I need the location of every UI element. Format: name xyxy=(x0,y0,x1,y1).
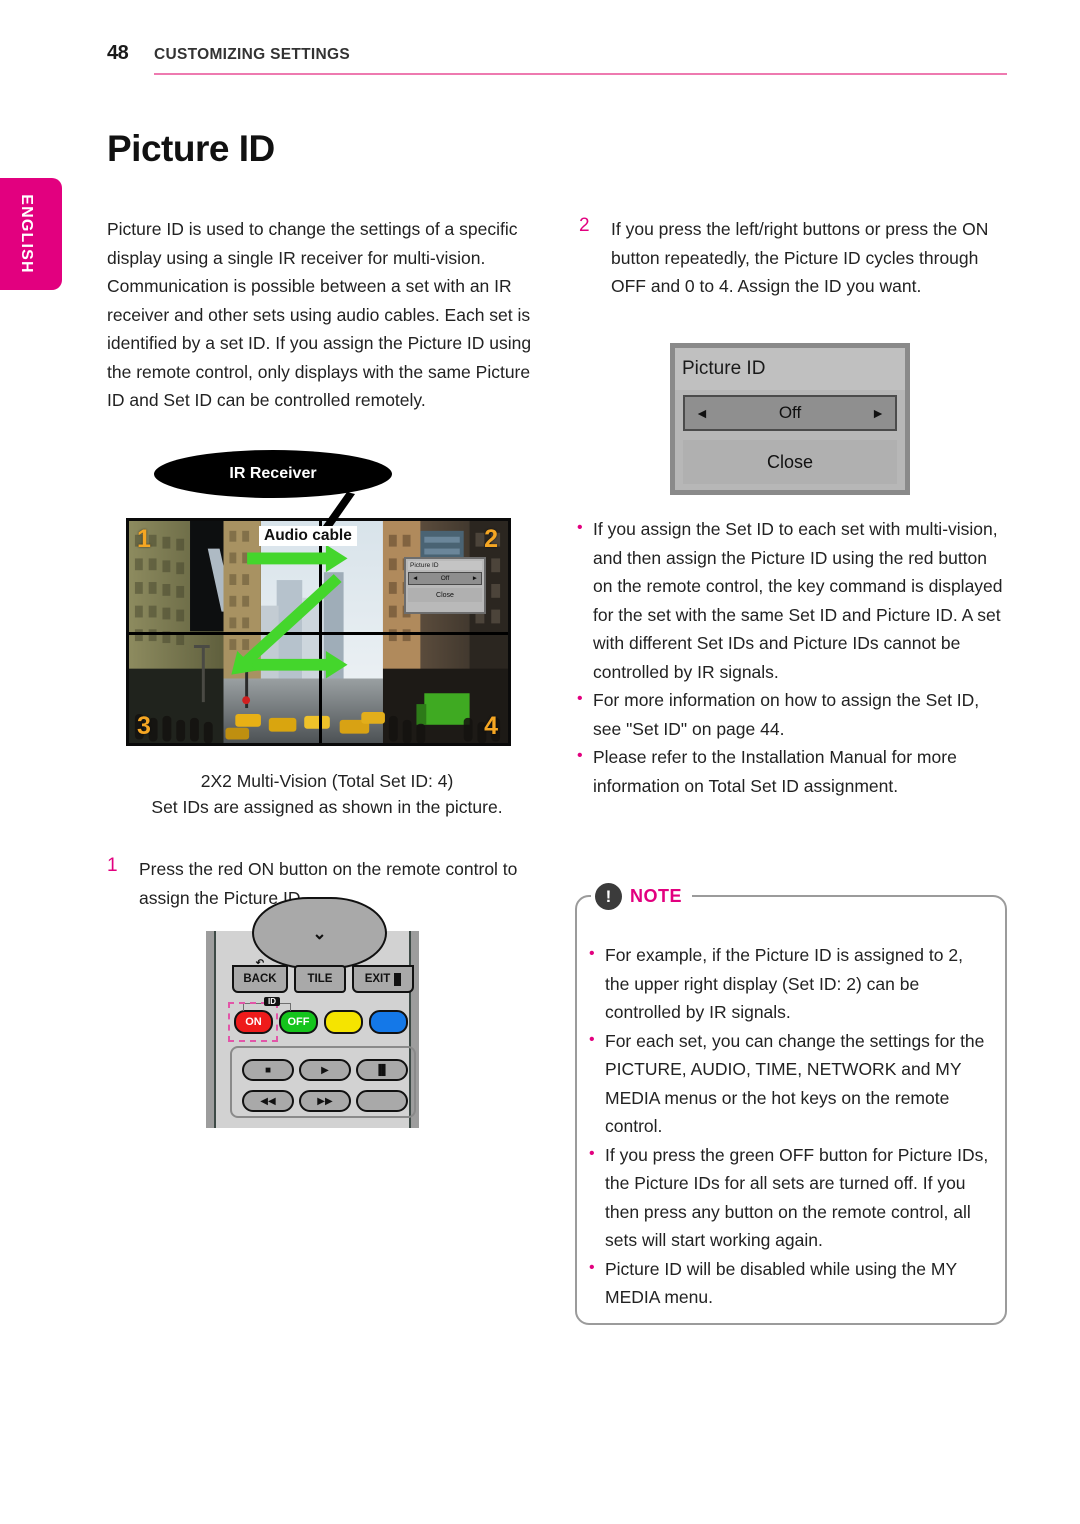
osd-title: Picture ID xyxy=(675,348,905,390)
fast-forward-button[interactable]: ▶▶ xyxy=(299,1090,351,1112)
osd-close-button[interactable]: Close xyxy=(683,440,897,484)
back-button[interactable]: ↶ BACK xyxy=(232,958,288,993)
section-title: CUSTOMIZING SETTINGS xyxy=(154,46,351,63)
exclamation-icon: ! xyxy=(595,882,622,910)
audio-cable-arrows xyxy=(231,544,348,679)
ir-receiver-callout: IR Receiver xyxy=(154,450,392,498)
mini-picture-id-osd: Picture ID ◄ Off ► Close xyxy=(404,557,486,614)
language-tab: ENGLISH xyxy=(0,178,62,290)
pause-button[interactable]: ▐▌ xyxy=(356,1059,408,1081)
right-bullet-list: If you assign the Set ID to each set wit… xyxy=(575,514,1007,800)
diagram-caption-line1: 2X2 Multi-Vision (Total Set ID: 4) xyxy=(200,771,454,791)
stop-button[interactable]: ■ xyxy=(242,1059,294,1081)
off-button[interactable]: OFF xyxy=(279,1010,318,1034)
exit-button[interactable]: EXIT xyxy=(352,965,414,993)
back-arrow-icon: ↶ xyxy=(255,958,265,969)
step-2-text: If you press the left/right buttons or p… xyxy=(611,219,989,296)
note-bullet-list: For example, if the Picture ID is assign… xyxy=(587,940,989,1312)
mini-osd-value: Off xyxy=(440,575,450,582)
page-title: Picture ID xyxy=(107,128,275,169)
multivision-diagram: IR Receiver 1 2 3 4 Picture ID ◄ Off ► C… xyxy=(107,450,547,770)
step-1-number: 1 xyxy=(107,855,118,876)
tile-button[interactable]: TILE xyxy=(294,965,346,993)
diagram-caption: 2X2 Multi-Vision (Total Set ID: 4) Set I… xyxy=(107,768,547,820)
play-button[interactable]: ▶ xyxy=(299,1059,351,1081)
page-header: 48 CUSTOMIZING SETTINGS xyxy=(107,40,1007,80)
note-header: ! NOTE xyxy=(591,879,693,913)
note-body: For example, if the Picture ID is assign… xyxy=(577,897,1005,1312)
tile-button-label: TILE xyxy=(307,973,333,985)
note-label: NOTE xyxy=(630,885,683,906)
header-divider xyxy=(154,73,1007,75)
list-item: If you assign the Set ID to each set wit… xyxy=(575,514,1007,686)
back-button-label: BACK xyxy=(243,973,277,985)
remote-function-row: ↶ BACK TILE EXIT xyxy=(232,958,414,995)
mini-osd-left-arrow-icon[interactable]: ◄ xyxy=(412,575,418,582)
osd-value: Off xyxy=(778,403,802,422)
step-2: 2 If you press the left/right buttons or… xyxy=(575,215,1007,301)
mini-osd-selector[interactable]: ◄ Off ► xyxy=(408,572,482,585)
list-item: Picture ID will be disabled while using … xyxy=(587,1254,989,1312)
blue-button[interactable] xyxy=(369,1010,408,1034)
blank-media-button[interactable] xyxy=(356,1090,408,1112)
page-number: 48 xyxy=(107,42,129,64)
step-2-number: 2 xyxy=(579,215,590,236)
left-column: Picture ID is used to change the setting… xyxy=(107,215,547,415)
exit-button-label: EXIT xyxy=(364,973,391,985)
ir-receiver-callout-label: IR Receiver xyxy=(229,465,317,482)
remote-navigation-wheel[interactable]: ⌄ xyxy=(252,897,387,969)
audio-cable-callout: Audio cable xyxy=(259,526,357,546)
video-wall: 1 2 3 4 Picture ID ◄ Off ► Close xyxy=(126,518,511,746)
mini-osd-right-arrow-icon[interactable]: ► xyxy=(472,575,478,582)
language-tab-label: ENGLISH xyxy=(18,194,35,274)
intro-paragraph: Picture ID is used to change the setting… xyxy=(107,219,532,410)
remote-media-panel: ■ ▶ ▐▌ ◀◀ ▶▶ xyxy=(230,1046,416,1118)
list-item: Please refer to the Installation Manual … xyxy=(575,742,1007,800)
remote-control-illustration: ⌄ ↶ BACK TILE EXIT ID ON OFF ■ ▶ ▐▌ ◀◀ ▶… xyxy=(206,897,419,1128)
chevron-down-icon[interactable]: ⌄ xyxy=(312,925,326,942)
id-tag-label: ID xyxy=(264,997,280,1006)
note-box: ! NOTE For example, if the Picture ID is… xyxy=(575,879,1007,1325)
list-item: For more information on how to assign th… xyxy=(575,685,1007,743)
on-button-highlight xyxy=(228,1002,278,1042)
list-item: For each set, you can change the setting… xyxy=(587,1026,989,1141)
remote-inner-panel: ⌄ ↶ BACK TILE EXIT ID ON OFF ■ ▶ ▐▌ ◀◀ ▶… xyxy=(214,897,416,1128)
mini-osd-title: Picture ID xyxy=(408,561,482,570)
exit-marker-icon xyxy=(394,972,402,986)
manual-page: 48 CUSTOMIZING SETTINGS ENGLISH Picture … xyxy=(0,0,1080,1524)
osd-value-selector[interactable]: ◄ Off ► xyxy=(683,395,897,431)
mini-osd-close-button[interactable]: Close xyxy=(408,588,482,602)
list-item: For example, if the Picture ID is assign… xyxy=(587,940,989,1027)
diagram-caption-line2: Set IDs are assigned as shown in the pic… xyxy=(151,797,503,817)
yellow-button[interactable] xyxy=(324,1010,363,1034)
osd-left-arrow-icon[interactable]: ◄ xyxy=(695,405,709,421)
rewind-button[interactable]: ◀◀ xyxy=(242,1090,294,1112)
picture-id-osd: Picture ID ◄ Off ► Close xyxy=(670,343,910,495)
osd-right-arrow-icon[interactable]: ► xyxy=(871,405,885,421)
list-item: If you press the green OFF button for Pi… xyxy=(587,1140,989,1255)
